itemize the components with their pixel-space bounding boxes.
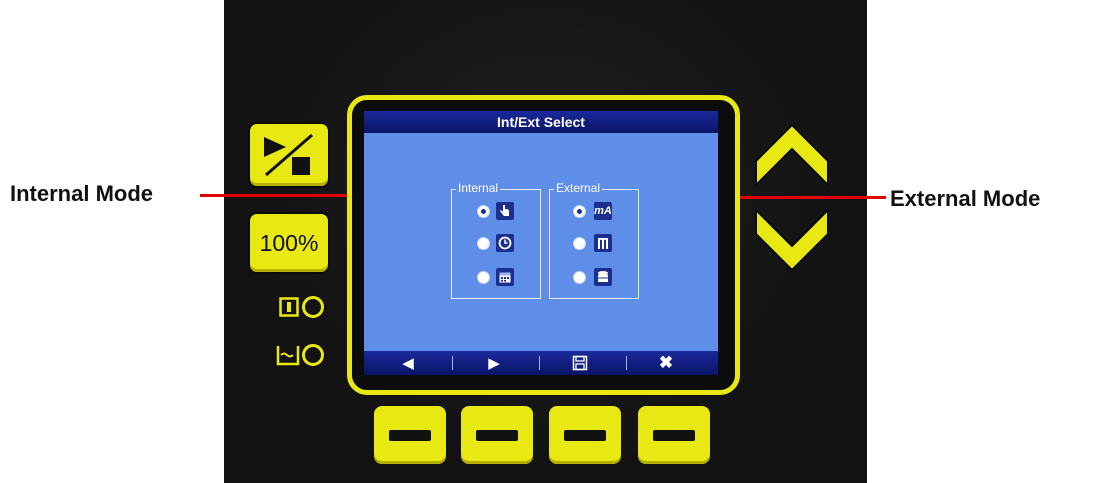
softkey-bar: ◀ ▶ ✖	[364, 351, 718, 375]
start-stop-button[interactable]	[250, 124, 328, 186]
external-pulse-radio[interactable]	[574, 238, 585, 249]
annotation-external-mode: External Mode	[890, 186, 1041, 211]
running-led	[302, 296, 324, 318]
ma-icon: mA	[594, 202, 612, 220]
external-batch-radio[interactable]	[574, 272, 585, 283]
hundred-percent-label: 100%	[259, 229, 319, 256]
clock-icon	[496, 234, 514, 252]
softkey-separator	[452, 356, 453, 370]
internal-calendar-radio[interactable]	[478, 272, 489, 283]
softkey-3-button[interactable]	[549, 406, 621, 464]
right-arrow-icon: ▶	[488, 355, 500, 372]
softkey-4-button[interactable]	[638, 406, 710, 464]
external-group-label: External	[554, 181, 603, 195]
internal-group: Internal	[451, 181, 541, 299]
external-group: External mA	[549, 181, 639, 299]
softkey-2-button[interactable]	[461, 406, 533, 464]
left-arrow-icon: ◀	[402, 355, 414, 372]
down-button[interactable]	[750, 202, 834, 282]
hand-icon	[496, 202, 514, 220]
lcd-screen: Int/Ext Select Internal External mA ◀ ▶ …	[364, 111, 718, 375]
softkey-separator	[626, 356, 627, 370]
pulse-icon	[594, 234, 612, 252]
tank-level-icon	[276, 346, 300, 366]
softkey-separator	[539, 356, 540, 370]
save-icon	[550, 351, 610, 375]
external-ma-radio[interactable]	[574, 206, 585, 217]
play-stop-icon	[264, 133, 313, 177]
annotation-internal-mode: Internal Mode	[10, 181, 154, 206]
database-icon	[594, 268, 612, 286]
calendar-icon	[496, 268, 514, 286]
tank-level-led	[302, 344, 324, 366]
internal-manual-radio[interactable]	[478, 206, 489, 217]
running-indicator-icon	[279, 297, 299, 317]
internal-group-label: Internal	[456, 181, 501, 195]
screen-title: Int/Ext Select	[364, 111, 718, 133]
internal-timer-radio[interactable]	[478, 238, 489, 249]
close-icon: ✖	[658, 353, 674, 372]
up-button[interactable]	[750, 115, 834, 193]
softkey-1-button[interactable]	[374, 406, 446, 464]
hundred-percent-button[interactable]: 100%	[250, 214, 328, 272]
